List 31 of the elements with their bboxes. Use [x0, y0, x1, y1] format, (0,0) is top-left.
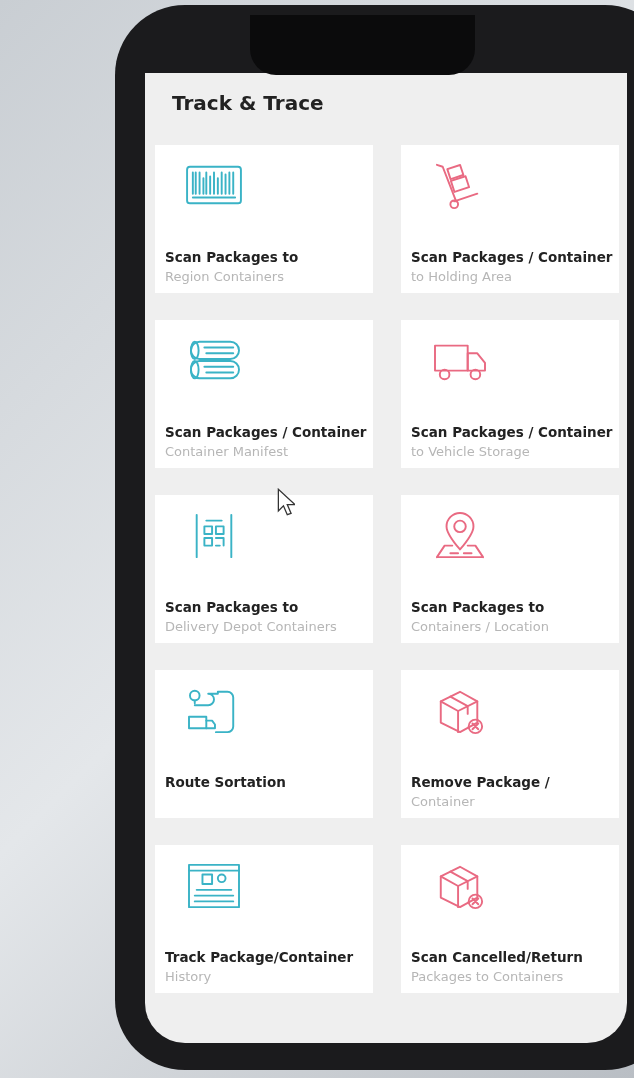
menu-card[interactable]: Remove Package / Container	[401, 670, 619, 818]
card-title: Remove Package /	[411, 774, 551, 790]
menu-card[interactable]: Scan Cancelled/Return Packages to Containers	[401, 845, 619, 993]
card-title: Scan Packages to	[165, 249, 300, 265]
card-title: Scan Packages to	[165, 599, 300, 615]
card-subtitle: to Holding Area	[411, 269, 513, 284]
cursor-icon	[277, 488, 295, 516]
menu-card[interactable]: Route Sortation	[155, 670, 373, 818]
card-subtitle: Delivery Depot Containers	[165, 619, 338, 634]
card-subtitle: Container Manifest	[165, 444, 290, 459]
card-title: Scan Packages / Container	[411, 424, 614, 440]
menu-card[interactable]: Track Package/Container History	[155, 845, 373, 993]
screen-title: Track & Trace	[172, 91, 325, 115]
menu-card[interactable]: Scan Packages to Region Containers	[155, 145, 373, 293]
card-title: Scan Cancelled/Return	[411, 949, 584, 965]
card-title: Scan Packages / Container	[411, 249, 614, 265]
card-subtitle: Container	[411, 794, 476, 809]
card-subtitle: to Vehicle Storage	[411, 444, 531, 459]
menu-card[interactable]: Scan Packages / Container Container Manifest	[155, 320, 373, 468]
card-subtitle: Packages to Containers	[411, 969, 565, 984]
card-title: Track Package/Container	[165, 949, 355, 965]
card-subtitle: Containers / Location	[411, 619, 550, 634]
menu-card[interactable]: Scan Packages to Delivery Depot Containers	[155, 495, 373, 643]
menu-card[interactable]: Scan Packages / Container to Holding Area	[401, 145, 619, 293]
card-subtitle: Region Containers	[165, 269, 285, 284]
menu-card[interactable]: Scan Packages to Containers / Location	[401, 495, 619, 643]
card-title: Route Sortation	[165, 774, 287, 790]
card-title: Scan Packages / Container	[165, 424, 368, 440]
card-title: Scan Packages to	[411, 599, 546, 615]
menu-card[interactable]: Scan Packages / Container to Vehicle Storage	[401, 320, 619, 468]
card-subtitle: History	[165, 969, 213, 984]
